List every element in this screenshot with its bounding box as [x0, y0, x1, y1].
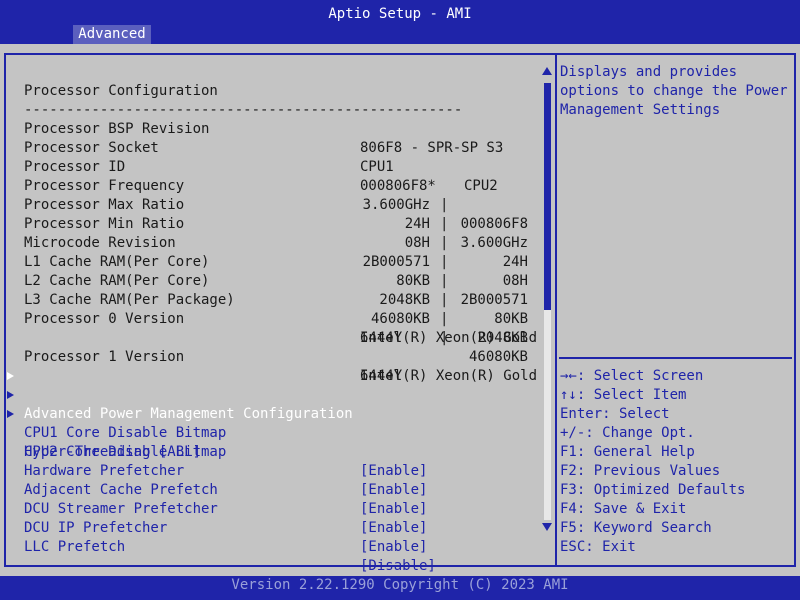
- key-f1: F1: General Help: [560, 444, 695, 460]
- info-row-l2-cache: L2 Cache RAM(Per Core) 2048KB | 2048KB: [0, 253, 540, 346]
- help-line: Displays and provides: [560, 64, 738, 80]
- option-value[interactable]: [Disable]: [360, 557, 436, 576]
- info-row-proc0-version: Processor 0 Version Intel(R) Xeon(R) Gol…: [0, 291, 540, 346]
- submenu-advanced-power-management[interactable]: Advanced Power Management Configuration: [0, 367, 540, 422]
- help-line: options to change the Power: [560, 83, 788, 99]
- info-row-bsp: Processor BSP Revision 806F8 - SPR-SP S3: [0, 101, 540, 156]
- key-change-opt: +/-: Change Opt.: [560, 425, 695, 441]
- help-line: Management Settings: [560, 102, 721, 118]
- info-row-proc0-version-cont: 6444Y: [0, 310, 540, 346]
- info-row-microcode: Microcode Revision 2B000571 | 2B000571: [0, 215, 540, 308]
- option-llc-prefetch[interactable]: LLC Prefetch [Disable]: [0, 519, 540, 574]
- key-select-item: ↑↓: Select Item: [560, 387, 687, 403]
- app-title: Aptio Setup - AMI: [328, 6, 472, 22]
- scroll-up-icon[interactable]: [542, 67, 552, 75]
- key-f2: F2: Previous Values: [560, 463, 721, 479]
- info-row-l3-cache: L3 Cache RAM(Per Package) 46080KB | 4608…: [0, 272, 540, 365]
- submenu-cpu2-core-disable-bitmap[interactable]: CPU2 Core Disable Bitmap: [0, 405, 540, 460]
- key-f4: F4: Save & Exit: [560, 501, 687, 517]
- key-f5: F5: Keyword Search: [560, 520, 712, 536]
- key-esc: ESC: Exit: [560, 539, 636, 555]
- scrollbar-thumb[interactable]: [544, 83, 551, 310]
- info-row-socket: Processor Socket CPU1 CPU2: [0, 120, 540, 194]
- help-divider: [559, 357, 792, 359]
- separator-row: ----------------------------------------…: [0, 82, 540, 118]
- info-row-processor-id: Processor ID 000806F8* | 000806F8: [0, 139, 540, 232]
- submenu-arrow-icon: [7, 372, 14, 380]
- info-row-frequency: Processor Frequency 3.600GHz | 3.600GHz: [0, 158, 540, 251]
- option-label: LLC Prefetch: [24, 539, 126, 555]
- key-f3: F3: Optimized Defaults: [560, 482, 746, 498]
- submenu-arrow-icon: [7, 391, 14, 399]
- option-adjacent-cache-prefetch[interactable]: Adjacent Cache Prefetch [Enable]: [0, 462, 540, 517]
- key-select-screen: →←: Select Screen: [560, 368, 704, 384]
- info-row-proc1-version-cont: 6444Y: [0, 348, 540, 384]
- info-row-proc1-version: Processor 1 Version Intel(R) Xeon(R) Gol…: [0, 329, 540, 384]
- footer-bar: Version 2.22.1290 Copyright (C) 2023 AMI: [0, 576, 800, 600]
- info-row-l1-cache: L1 Cache RAM(Per Core) 80KB | 80KB: [0, 234, 540, 327]
- panel-divider: [555, 53, 557, 567]
- option-dcu-streamer-prefetcher[interactable]: DCU Streamer Prefetcher [Enable]: [0, 481, 540, 536]
- key-enter: Enter: Select: [560, 406, 670, 422]
- option-value[interactable]: [Enable]: [360, 538, 427, 557]
- footer-version: Version 2.22.1290 Copyright (C) 2023 AMI: [231, 577, 569, 593]
- option-hyper-threading[interactable]: Hyper-Threading [ALL] [Enable]: [0, 424, 540, 479]
- option-dcu-ip-prefetcher[interactable]: DCU IP Prefetcher [Enable]: [0, 500, 540, 555]
- option-hardware-prefetcher[interactable]: Hardware Prefetcher [Enable]: [0, 443, 540, 498]
- scroll-down-icon[interactable]: [542, 523, 552, 531]
- info-row-max-ratio: Processor Max Ratio 24H | 24H: [0, 177, 540, 270]
- tab-advanced[interactable]: Advanced: [73, 25, 151, 44]
- page-title: Processor Configuration: [0, 63, 540, 99]
- title-bar: Aptio Setup - AMI Advanced: [0, 0, 800, 44]
- submenu-arrow-icon: [7, 410, 14, 418]
- submenu-cpu1-core-disable-bitmap[interactable]: CPU1 Core Disable Bitmap: [0, 386, 540, 441]
- info-row-min-ratio: Processor Min Ratio 08H | 08H: [0, 196, 540, 289]
